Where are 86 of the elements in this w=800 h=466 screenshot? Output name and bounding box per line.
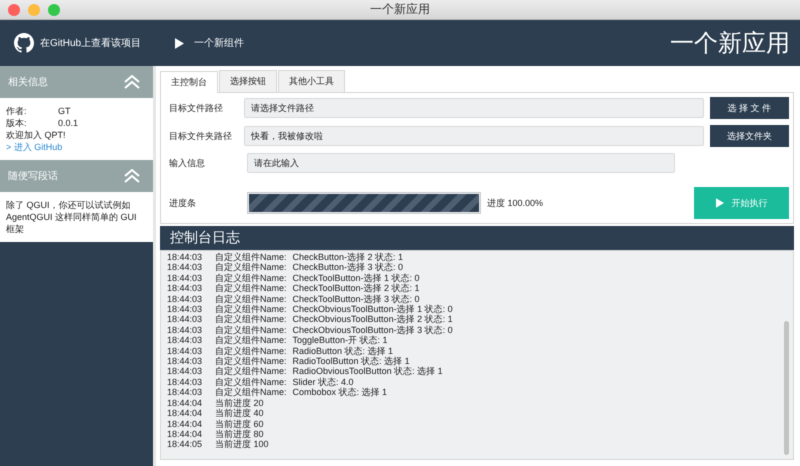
log-source: 当前进度 20 [215, 398, 264, 408]
log-message: CheckObviousToolButton-选择 2 状态: 1 [292, 314, 453, 325]
log-message: CheckButton-选择 2 状态: 1 [292, 252, 404, 262]
log-source: 自定义组件Name: [215, 314, 287, 325]
log-source: 自定义组件Name: [215, 346, 287, 356]
log-time: 18:44:04 [167, 398, 204, 408]
log-time: 18:44:03 [167, 324, 204, 336]
info-label: 作者: [6, 105, 28, 117]
log-message: ToggleButton-开 状态: 1 [292, 335, 388, 346]
menu-item[interactable]: 一个新组件 [194, 36, 244, 50]
log-source: 自定义组件Name: [215, 272, 287, 284]
play-icon [716, 198, 724, 208]
log-time: 18:44:05 [167, 439, 204, 450]
welcome-text: 欢迎加入 QPT! [6, 129, 67, 141]
play-icon [175, 38, 184, 48]
browse-button[interactable]: 选择文件夹 [710, 125, 789, 147]
app-title: 一个新应用 [670, 29, 790, 59]
browse-button[interactable]: 选 择 文 件 [710, 97, 789, 119]
scrollbar[interactable] [784, 321, 789, 455]
log-source: 自定义组件Name: [215, 324, 287, 336]
log-time: 18:44:03 [167, 294, 204, 304]
log-source: 当前进度 60 [215, 418, 264, 428]
field-label: 目标文件夹路径 [169, 130, 233, 142]
input-field[interactable]: 请选择文件路径 [244, 98, 704, 118]
log-message: Combobox 状态: 选择 1 [292, 387, 388, 398]
log-time: 18:44:03 [167, 387, 204, 398]
log-message: RadioObviousToolButton 状态: 选择 1 [292, 366, 443, 377]
tab[interactable]: 选择按钮 [219, 70, 277, 92]
log-source: 自定义组件Name: [215, 304, 287, 314]
log-source: 自定义组件Name: [215, 252, 287, 262]
log-time: 18:44:04 [167, 418, 204, 429]
console-title: 控制台日志 [170, 229, 240, 247]
log-source: 自定义组件Name: [215, 376, 287, 388]
note-text: 除了 QGUI，你还可以试试例如 AgentQGUI 这样同样简单的 GUI 框架 [6, 199, 138, 235]
log-message: CheckButton-选择 3 状态: 0 [292, 262, 404, 273]
field-label: 进度条 [169, 196, 197, 210]
log-source: 自定义组件Name: [215, 283, 287, 294]
log-source: 当前进度 40 [215, 408, 264, 418]
log-source: 自定义组件Name: [215, 356, 287, 366]
field-label: 目标文件路径 [169, 102, 224, 114]
log-time: 18:44:04 [167, 408, 204, 418]
log-source: 自定义组件Name: [215, 366, 287, 377]
info-value: 0.0.1 [58, 117, 78, 129]
info-label: 版本: [6, 117, 28, 129]
github-link[interactable]: 在GitHub上查看该项目 [40, 36, 142, 50]
github-icon [14, 33, 34, 53]
log-message: CheckObviousToolButton-选择 1 状态: 0 [292, 304, 453, 314]
close-button[interactable] [8, 4, 20, 16]
log-message: CheckObviousToolButton-选择 3 状态: 0 [292, 324, 453, 336]
info-value: GT [58, 105, 70, 117]
log-time: 18:44:03 [167, 356, 204, 366]
tab[interactable]: 其他小工具 [278, 70, 345, 92]
log-time: 18:44:03 [167, 252, 204, 262]
section-title: 随便写段话 [8, 170, 58, 183]
input-field[interactable]: 快看，我被修改啦 [244, 126, 704, 146]
log-source: 自定义组件Name: [215, 387, 287, 398]
log-message: CheckToolButton-选择 1 状态: 0 [292, 272, 420, 284]
log-source: 自定义组件Name: [215, 294, 287, 304]
zoom-button[interactable] [48, 4, 60, 16]
log-message: CheckToolButton-选择 2 状态: 1 [292, 283, 420, 294]
log-source: 当前进度 80 [215, 428, 264, 440]
log-time: 18:44:03 [167, 366, 204, 377]
log-source: 自定义组件Name: [215, 335, 287, 346]
tab[interactable]: 主控制台 [160, 71, 218, 93]
progress-reading: 进度 100.00% [487, 196, 544, 210]
minimize-button[interactable] [28, 4, 40, 16]
log-time: 18:44:03 [167, 314, 204, 325]
log-source: 自定义组件Name: [215, 262, 287, 273]
log-time: 18:44:03 [167, 304, 204, 314]
log-time: 18:44:03 [167, 335, 204, 346]
field-label: 输入信息 [169, 156, 206, 170]
log-time: 18:44:03 [167, 272, 204, 284]
log-message: CheckToolButton-选择 3 状态: 0 [292, 294, 420, 304]
log-time: 18:44:03 [167, 376, 204, 388]
input-field[interactable]: 请在此输入 [247, 153, 675, 173]
window-title: 一个新应用 [370, 1, 430, 18]
log-time: 18:44:03 [167, 262, 204, 273]
log-time: 18:44:03 [167, 283, 204, 294]
log-time: 18:44:03 [167, 346, 204, 356]
log-message: RadioButton 状态: 选择 1 [292, 346, 394, 356]
log-message: RadioToolButton 状态: 选择 1 [292, 356, 410, 366]
log-source: 当前进度 100 [215, 439, 269, 450]
log-message: Slider 状态: 4.0 [292, 376, 354, 388]
log-time: 18:44:04 [167, 428, 204, 440]
github-link[interactable]: > 进入 GitHub [6, 142, 62, 152]
section-title: 相关信息 [8, 76, 48, 89]
